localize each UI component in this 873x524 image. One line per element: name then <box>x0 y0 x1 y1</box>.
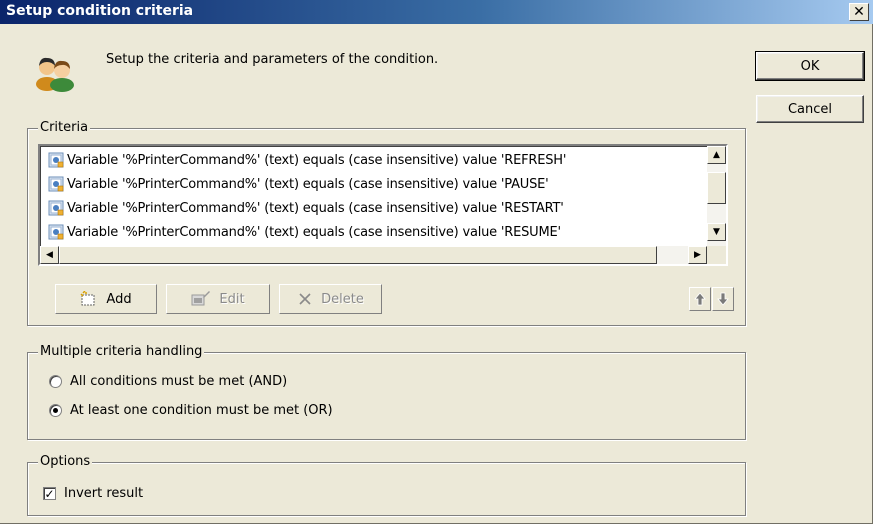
close-icon: ✕ <box>853 4 865 20</box>
criteria-item-text: Variable '%PrinterCommand%' (text) equal… <box>67 224 561 240</box>
criteria-list-item[interactable]: Variable '%PrinterCommand%' (text) equal… <box>42 148 706 172</box>
scroll-corner <box>707 246 726 264</box>
vertical-scroll-thumb[interactable] <box>707 172 726 204</box>
arrow-down-icon <box>717 292 729 306</box>
criteria-list-item[interactable]: Variable '%PrinterCommand%' (text) equal… <box>42 172 706 196</box>
invert-result-option[interactable]: ✓ Invert result <box>43 486 143 501</box>
vertical-scrollbar[interactable]: ▲ ▼ <box>707 146 726 246</box>
edit-label: Edit <box>219 291 245 307</box>
delete-button[interactable]: Delete <box>279 284 382 314</box>
delete-label: Delete <box>321 291 364 307</box>
condition-icon <box>48 200 64 216</box>
dialog-window: Setup condition criteria ✕ Setup the cri… <box>0 0 873 524</box>
users-icon <box>36 57 74 92</box>
condition-icon <box>48 224 64 240</box>
criteria-item-text: Variable '%PrinterCommand%' (text) equal… <box>67 176 549 192</box>
close-button[interactable]: ✕ <box>849 3 869 21</box>
scroll-right-button[interactable]: ▶ <box>688 246 707 264</box>
add-button[interactable]: Add <box>55 284 157 314</box>
options-legend: Options <box>38 454 93 469</box>
radio-option-or[interactable]: At least one condition must be met (OR) <box>49 403 333 418</box>
scroll-up-button[interactable]: ▲ <box>707 146 726 164</box>
scroll-left-button[interactable]: ◀ <box>40 246 59 264</box>
multiple-criteria-legend: Multiple criteria handling <box>38 344 205 359</box>
radio-or-label: At least one condition must be met (OR) <box>70 403 333 418</box>
edit-icon <box>191 291 211 306</box>
window-title: Setup condition criteria <box>6 3 194 19</box>
radio-and-label: All conditions must be met (AND) <box>70 374 288 389</box>
multiple-criteria-group: Multiple criteria handling <box>27 344 746 440</box>
radio-and[interactable] <box>49 375 62 388</box>
ok-button[interactable]: OK <box>755 51 865 81</box>
invert-result-label: Invert result <box>64 486 144 501</box>
criteria-list-item[interactable]: Variable '%PrinterCommand%' (text) equal… <box>42 220 706 244</box>
criteria-item-text: Variable '%PrinterCommand%' (text) equal… <box>67 152 567 168</box>
radio-selected-dot <box>53 408 58 413</box>
condition-icon <box>48 152 64 168</box>
criteria-list-item[interactable]: Variable '%PrinterCommand%' (text) equal… <box>42 196 706 220</box>
title-bar[interactable]: Setup condition criteria ✕ <box>0 0 873 24</box>
add-label: Add <box>106 291 132 307</box>
edit-button[interactable]: Edit <box>166 284 270 314</box>
criteria-item-text: Variable '%PrinterCommand%' (text) equal… <box>67 200 564 216</box>
add-icon <box>80 291 95 306</box>
criteria-rows: Variable '%PrinterCommand%' (text) equal… <box>42 148 706 244</box>
horizontal-scrollbar[interactable]: ◀ ▶ <box>40 246 707 264</box>
move-up-button[interactable] <box>689 287 711 311</box>
criteria-list[interactable]: Variable '%PrinterCommand%' (text) equal… <box>38 144 728 266</box>
radio-or[interactable] <box>49 404 62 417</box>
radio-option-and[interactable]: All conditions must be met (AND) <box>49 374 287 389</box>
header-description: Setup the criteria and parameters of the… <box>106 52 439 67</box>
scroll-down-button[interactable]: ▼ <box>707 223 726 241</box>
horizontal-scroll-thumb[interactable] <box>59 246 657 264</box>
arrow-up-icon <box>694 292 706 306</box>
cancel-button[interactable]: Cancel <box>756 95 864 123</box>
condition-icon <box>48 176 64 192</box>
delete-icon <box>299 293 311 305</box>
criteria-legend: Criteria <box>38 120 91 135</box>
invert-result-checkbox[interactable]: ✓ <box>43 487 56 500</box>
move-down-button[interactable] <box>712 287 734 311</box>
